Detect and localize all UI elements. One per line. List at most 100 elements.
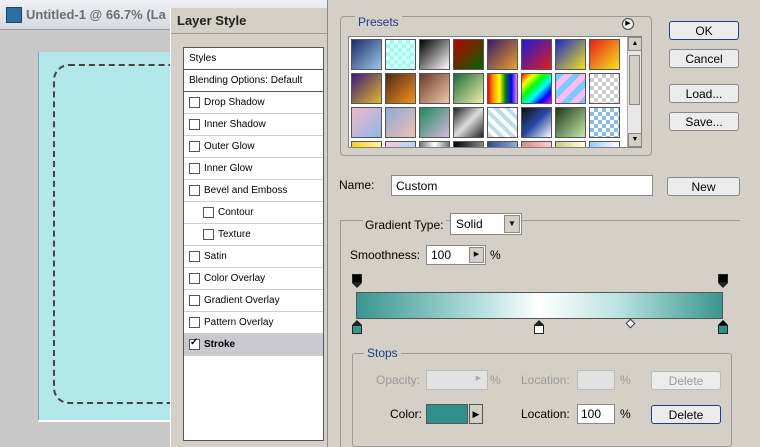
effect-label: Inner Shadow: [204, 119, 266, 130]
preset-swatch[interactable]: [351, 73, 382, 104]
opacity-input: ▶: [426, 370, 488, 390]
effect-item[interactable]: Bevel and Emboss: [184, 180, 323, 202]
preset-swatch[interactable]: [589, 141, 620, 147]
gradient-type-select[interactable]: Solid ▼: [450, 213, 522, 235]
color-picker-arrow-icon[interactable]: ▶: [469, 404, 483, 424]
location-label: Location:: [521, 407, 570, 421]
dialog-title[interactable]: Layer Style: [171, 8, 330, 34]
effect-item[interactable]: Gradient Overlay: [184, 290, 323, 312]
effect-checkbox[interactable]: [203, 207, 214, 218]
effect-checkbox[interactable]: [189, 163, 200, 174]
effect-label: Satin: [204, 251, 227, 262]
effect-checkbox[interactable]: [189, 317, 200, 328]
preset-swatch[interactable]: [487, 39, 518, 70]
effect-checkbox[interactable]: [189, 295, 200, 306]
ok-button[interactable]: OK: [669, 21, 739, 40]
effect-checkbox[interactable]: [189, 97, 200, 108]
smoothness-input[interactable]: 100 ▶: [426, 245, 486, 265]
effect-checkbox[interactable]: [189, 141, 200, 152]
preset-swatch[interactable]: [453, 39, 484, 70]
effect-item[interactable]: Stroke: [184, 334, 323, 356]
effect-item[interactable]: Pattern Overlay: [184, 312, 323, 334]
preset-swatch[interactable]: [555, 73, 586, 104]
effect-label: Color Overlay: [204, 273, 266, 284]
delete-color-stop-button[interactable]: Delete: [651, 405, 721, 424]
scroll-thumb[interactable]: [629, 55, 640, 105]
effect-item[interactable]: Outer Glow: [184, 136, 323, 158]
preset-swatch[interactable]: [521, 141, 552, 147]
chevron-down-icon[interactable]: ▼: [504, 215, 520, 233]
name-label: Name:: [339, 178, 375, 192]
save-button[interactable]: Save...: [669, 112, 739, 131]
color-stop-left[interactable]: [352, 320, 362, 334]
preset-swatch[interactable]: [385, 73, 416, 104]
preset-swatch[interactable]: [589, 73, 620, 104]
smoothness-label: Smoothness:: [350, 248, 421, 262]
effect-label: Inner Glow: [204, 163, 253, 174]
color-stop-right[interactable]: [718, 320, 728, 334]
color-swatch[interactable]: [426, 404, 468, 424]
preset-swatch[interactable]: [351, 39, 382, 70]
effect-label: Contour: [218, 207, 254, 218]
opacity-stop-left[interactable]: [352, 274, 362, 288]
preset-swatch[interactable]: [351, 141, 382, 147]
effect-label: Drop Shadow: [204, 97, 265, 108]
preset-swatch[interactable]: [419, 39, 450, 70]
gradient-bar[interactable]: [356, 292, 723, 319]
effect-item[interactable]: Drop Shadow: [184, 92, 323, 114]
effect-item[interactable]: Inner Glow: [184, 158, 323, 180]
effect-checkbox[interactable]: [189, 251, 200, 262]
preset-swatch[interactable]: [385, 107, 416, 138]
opacity-stop-right[interactable]: [718, 274, 728, 288]
preset-swatch[interactable]: [487, 141, 518, 147]
effect-item[interactable]: Satin: [184, 246, 323, 268]
presets-menu-arrow-icon[interactable]: ▶: [622, 18, 634, 30]
preset-swatch[interactable]: [521, 73, 552, 104]
new-button[interactable]: New: [667, 177, 740, 196]
preset-swatch[interactable]: [589, 39, 620, 70]
load-button[interactable]: Load...: [669, 84, 739, 103]
effect-checkbox[interactable]: [189, 185, 200, 196]
effect-item[interactable]: Inner Shadow: [184, 114, 323, 136]
preset-swatch[interactable]: [419, 73, 450, 104]
preset-swatch[interactable]: [487, 107, 518, 138]
blending-options-item[interactable]: Blending Options: Default: [184, 70, 323, 92]
effect-item[interactable]: Contour: [184, 202, 323, 224]
effect-checkbox[interactable]: [189, 337, 200, 350]
preset-swatch[interactable]: [419, 107, 450, 138]
effect-checkbox[interactable]: [189, 119, 200, 130]
name-input[interactable]: [391, 175, 653, 196]
scroll-up-icon[interactable]: ▲: [628, 37, 642, 51]
preset-swatch[interactable]: [487, 73, 518, 104]
preset-swatch[interactable]: [351, 107, 382, 138]
preset-swatch[interactable]: [385, 39, 416, 70]
photoshop-app-icon: [6, 6, 22, 23]
effect-item[interactable]: Texture: [184, 224, 323, 246]
opacity-location-unit: %: [620, 373, 631, 387]
preset-scrollbar[interactable]: ▲ ▼: [627, 37, 642, 147]
preset-swatch-grid: [351, 39, 630, 147]
effect-item[interactable]: Color Overlay: [184, 268, 323, 290]
preset-swatch[interactable]: [453, 141, 484, 147]
smoothness-slider-arrow-icon[interactable]: ▶: [469, 247, 484, 263]
effect-checkbox[interactable]: [189, 273, 200, 284]
preset-swatch[interactable]: [521, 39, 552, 70]
effect-label: Bevel and Emboss: [204, 185, 288, 196]
styles-header[interactable]: Styles: [184, 48, 323, 70]
preset-swatch[interactable]: [385, 141, 416, 147]
preset-swatch[interactable]: [589, 107, 620, 138]
preset-swatch-area: ▲ ▼: [348, 36, 642, 148]
opacity-unit: %: [490, 373, 501, 387]
scroll-down-icon[interactable]: ▼: [628, 133, 642, 147]
preset-swatch[interactable]: [555, 107, 586, 138]
preset-swatch[interactable]: [453, 107, 484, 138]
preset-swatch[interactable]: [453, 73, 484, 104]
cancel-button[interactable]: Cancel: [669, 49, 739, 68]
preset-swatch[interactable]: [555, 141, 586, 147]
preset-swatch[interactable]: [555, 39, 586, 70]
effect-checkbox[interactable]: [203, 229, 214, 240]
preset-swatch[interactable]: [419, 141, 450, 147]
preset-swatch[interactable]: [521, 107, 552, 138]
location-input[interactable]: [577, 404, 615, 424]
color-stop-middle[interactable]: [534, 320, 544, 334]
